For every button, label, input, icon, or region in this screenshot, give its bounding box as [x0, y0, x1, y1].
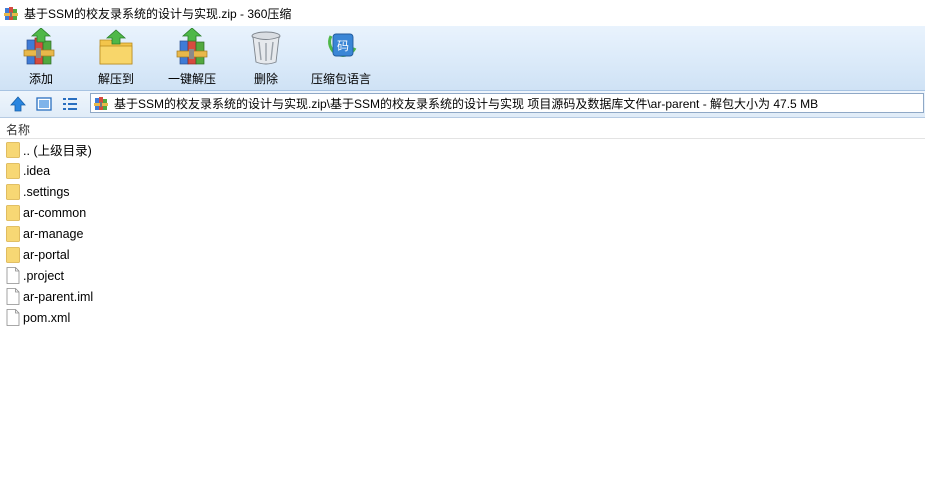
file-icon [6, 309, 20, 326]
one-click-extract-button[interactable]: 一键解压 [164, 26, 220, 90]
file-name: ar-manage [23, 226, 84, 241]
list-item[interactable]: ar-common [0, 202, 925, 223]
archive-add-icon [23, 28, 55, 65]
file-name: ar-common [23, 205, 87, 220]
list-view-icon [63, 98, 77, 110]
title-bar: 基于SSM的校友录系统的设计与实现.zip - 360压缩 [0, 0, 925, 26]
file-name: ar-parent.iml [23, 289, 94, 304]
thumbnail-view-button[interactable] [35, 95, 53, 113]
app-window: 基于SSM的校友录系统的设计与实现.zip - 360压缩 添加 解压到 一键解… [0, 0, 925, 486]
trash-bin-icon [251, 31, 281, 65]
file-icon [6, 288, 20, 305]
file-name: .project [23, 268, 64, 283]
archive-books-icon [94, 97, 108, 110]
folder-icon [6, 184, 20, 200]
list-item[interactable]: pom.xml [0, 307, 925, 328]
file-name: .settings [23, 184, 70, 199]
window-title: 基于SSM的校友录系统的设计与实现.zip - 360压缩 [24, 6, 292, 21]
folder-icon [6, 163, 20, 179]
navigation-bar: 基于SSM的校友录系统的设计与实现.zip\基于SSM的校友录系统的设计与实现 … [0, 91, 925, 118]
list-item[interactable]: .. (上级目录) [0, 139, 925, 160]
svg-text:码: 码 [337, 39, 349, 53]
list-item[interactable]: ar-parent.iml [0, 286, 925, 307]
list-item[interactable]: .idea [0, 160, 925, 181]
file-name: ar-portal [23, 247, 70, 262]
archive-language-label: 压缩包语言 [310, 72, 371, 86]
file-name: pom.xml [23, 310, 71, 325]
archive-books-icon [4, 7, 18, 20]
list-header: 名称 [0, 118, 925, 139]
toolbar: 添加 解压到 一键解压 删除 码 压缩包语言 [0, 26, 925, 91]
list-item[interactable]: ar-portal [0, 244, 925, 265]
folder-icon [6, 142, 20, 158]
add-button[interactable]: 添加 [18, 26, 64, 90]
extract-to-label: 解压到 [97, 72, 134, 86]
folder-extract-icon [99, 29, 133, 65]
up-level-button[interactable] [9, 95, 27, 113]
list-item[interactable]: .project [0, 265, 925, 286]
folder-icon [6, 205, 20, 221]
delete-label: 删除 [253, 72, 278, 86]
folder-icon [6, 226, 20, 242]
list-view-button[interactable] [61, 95, 79, 113]
file-icon [6, 267, 20, 284]
address-path: 基于SSM的校友录系统的设计与实现.zip\基于SSM的校友录系统的设计与实现 … [114, 96, 819, 111]
delete-button[interactable]: 删除 [246, 26, 286, 90]
file-name: .. (上级目录) [23, 144, 92, 158]
list-item[interactable]: ar-manage [0, 223, 925, 244]
folder-icon [6, 247, 20, 263]
extract-to-button[interactable]: 解压到 [92, 26, 140, 90]
add-label: 添加 [28, 72, 53, 86]
archive-oneclick-extract-icon [176, 28, 208, 65]
file-list: .. (上级目录) .idea .settings ar-common ar-m [0, 139, 925, 328]
column-header-name[interactable]: 名称 [6, 121, 30, 138]
file-name: .idea [23, 163, 51, 178]
language-code-icon: 码 [328, 33, 357, 57]
thumbnail-view-icon [36, 97, 52, 111]
archive-language-button[interactable]: 码 压缩包语言 [308, 26, 374, 90]
list-item[interactable]: .settings [0, 181, 925, 202]
address-bar[interactable]: 基于SSM的校友录系统的设计与实现.zip\基于SSM的校友录系统的设计与实现 … [90, 93, 924, 113]
up-arrow-icon [10, 96, 26, 112]
one-click-extract-label: 一键解压 [167, 72, 216, 86]
